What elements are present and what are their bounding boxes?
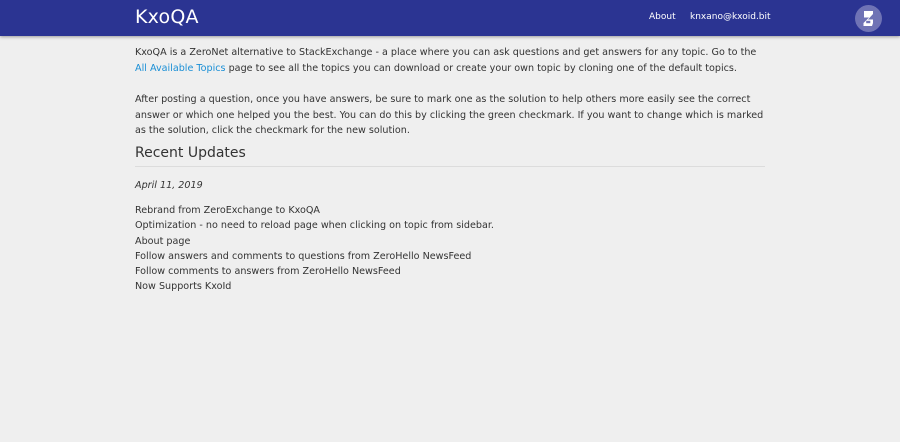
- top-navbar: KxoQA About knxano@kxoid.bit: [0, 0, 900, 36]
- zeronet-menu-button[interactable]: [855, 5, 882, 32]
- all-topics-link[interactable]: All Available Topics: [135, 63, 226, 74]
- update-date: April 11, 2019: [135, 180, 203, 191]
- list-item: Rebrand from ZeroExchange to KxoQA: [135, 205, 320, 216]
- intro-paragraph-2: After posting a question, once you have …: [135, 94, 764, 136]
- site-brand[interactable]: KxoQA: [135, 6, 199, 28]
- intro-text-after-link: page to see all the topics you can downl…: [225, 62, 737, 74]
- nav-about-link[interactable]: About: [649, 12, 676, 22]
- updates-list: Rebrand from ZeroExchange to KxoQA Optim…: [135, 203, 494, 295]
- intro-text-before-link: KxoQA is a ZeroNet alternative to StackE…: [135, 47, 757, 58]
- recent-updates-title: Recent Updates: [135, 145, 246, 161]
- intro-paragraph-1: KxoQA is a ZeroNet alternative to StackE…: [135, 45, 767, 76]
- list-item: About page: [135, 235, 191, 247]
- list-item: Follow comments to answers from ZeroHell…: [135, 266, 401, 278]
- section-divider: [135, 166, 765, 167]
- list-item: Now Supports KxoId: [135, 281, 232, 293]
- zeronet-logo-icon: [863, 11, 873, 26]
- list-item: Follow answers and comments to questions…: [135, 250, 472, 262]
- list-item: Optimization - no need to reload page wh…: [135, 220, 494, 232]
- nav-user-link[interactable]: knxano@kxoid.bit: [690, 12, 771, 22]
